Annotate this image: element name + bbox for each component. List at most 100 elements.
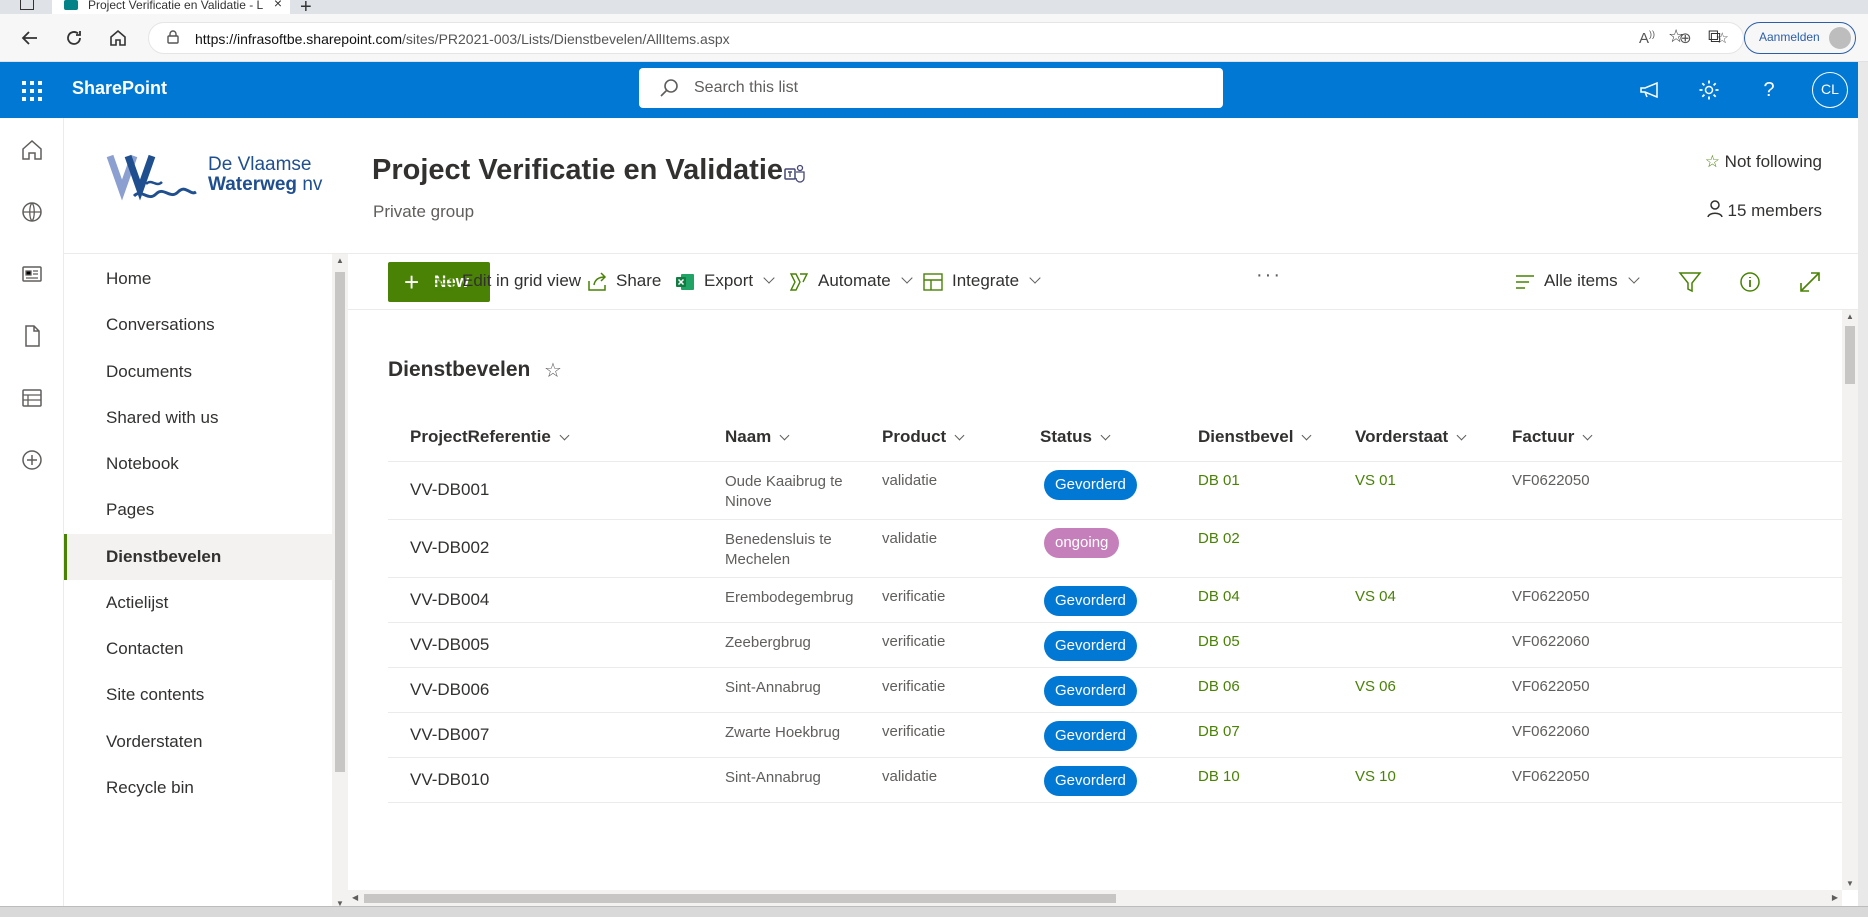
- members-button[interactable]: 15 members: [1707, 200, 1822, 221]
- scroll-up-icon[interactable]: ▲: [1846, 312, 1854, 321]
- scroll-right-icon[interactable]: ▶: [1832, 893, 1838, 902]
- integrate-button[interactable]: Integrate: [922, 270, 1052, 294]
- cell-vorderstaat-link[interactable]: VS 06: [1355, 678, 1396, 695]
- cell-project-referentie[interactable]: VV-DB006: [410, 680, 489, 700]
- cell-naam: Sint-Annabrug: [725, 768, 821, 786]
- list-vscroll-thumb[interactable]: [1845, 326, 1855, 384]
- cell-project-referentie[interactable]: VV-DB010: [410, 770, 489, 790]
- follow-button[interactable]: ☆ Not following: [1705, 152, 1822, 172]
- nav-item-home[interactable]: Home: [64, 256, 332, 302]
- signin-button[interactable]: Aanmelden: [1744, 22, 1856, 54]
- cell-dienstbevel-link[interactable]: DB 06: [1198, 678, 1240, 695]
- settings-gear-icon[interactable]: [1695, 76, 1723, 104]
- scroll-up-icon[interactable]: ▲: [336, 256, 344, 265]
- nav-item-dienstbevelen[interactable]: Dienstbevelen: [64, 533, 332, 580]
- table-row[interactable]: VV-DB002 Benedensluis te Mechelen validati…: [388, 520, 1842, 578]
- nav-item-recycle-bin[interactable]: Recycle bin: [64, 765, 332, 811]
- app-launcher-icon[interactable]: [22, 81, 42, 101]
- site-logo[interactable]: De Vlaamse Waterweg nv: [106, 150, 346, 230]
- help-icon[interactable]: ?: [1755, 76, 1783, 104]
- site-title[interactable]: Project Verificatie en Validatie: [372, 154, 783, 187]
- brand-name[interactable]: SharePoint: [72, 78, 167, 99]
- lists-icon[interactable]: [20, 386, 44, 410]
- nav-item-notebook[interactable]: Notebook: [64, 441, 332, 487]
- table-row[interactable]: VV-DB010 Sint-Annabrug validatie Gevorderd D…: [388, 758, 1842, 803]
- cell-dienstbevel-link[interactable]: DB 04: [1198, 588, 1240, 605]
- column-header-vorderstaat[interactable]: Vorderstaat: [1355, 412, 1467, 462]
- close-tab-icon[interactable]: ×: [274, 0, 282, 10]
- teams-icon[interactable]: [784, 164, 806, 184]
- nav-item-site-contents[interactable]: Site contents: [64, 672, 332, 718]
- collections-icon[interactable]: ⧉: [1708, 26, 1721, 47]
- cell-dienstbevel-link[interactable]: DB 01: [1198, 472, 1240, 489]
- expand-icon[interactable]: [1798, 270, 1822, 294]
- cell-dienstbevel-link[interactable]: DB 10: [1198, 768, 1240, 785]
- cell-project-referentie[interactable]: VV-DB001: [410, 480, 489, 500]
- export-button[interactable]: Export: [674, 270, 784, 294]
- nav-item-vorderstaten[interactable]: Vorderstaten: [64, 719, 332, 765]
- favorite-star-icon[interactable]: ☆: [544, 358, 562, 383]
- edit-grid-button[interactable]: Edit in grid view: [432, 270, 582, 294]
- browser-tab[interactable]: Project Verificatie en Validatie - L ×: [52, 0, 290, 14]
- nav-item-conversations[interactable]: Conversations: [64, 302, 332, 348]
- table-row[interactable]: VV-DB004 Erembodegembrug verificatie Gevord…: [388, 578, 1842, 623]
- cell-project-referentie[interactable]: VV-DB007: [410, 725, 489, 745]
- integrate-icon: [923, 273, 943, 291]
- info-icon[interactable]: [1738, 270, 1762, 294]
- back-icon[interactable]: [16, 24, 44, 52]
- search-input[interactable]: Search this list: [639, 68, 1223, 108]
- more-options-icon[interactable]: ···: [1256, 264, 1282, 287]
- cell-vorderstaat-link[interactable]: VS 01: [1355, 472, 1396, 489]
- scroll-left-icon[interactable]: ◀: [352, 893, 358, 902]
- tab-actions-icon[interactable]: [20, 0, 34, 10]
- account-avatar[interactable]: CL: [1812, 72, 1848, 108]
- nav-item-documents[interactable]: Documents: [64, 349, 332, 395]
- scroll-down-icon[interactable]: ▼: [1846, 879, 1854, 888]
- filter-icon[interactable]: [1678, 270, 1702, 294]
- cell-project-referentie[interactable]: VV-DB005: [410, 635, 489, 655]
- table-row[interactable]: VV-DB001 Oude Kaaibrug te Ninove validatie…: [388, 462, 1842, 520]
- left-nav-scrollbar[interactable]: ▲ ▼: [332, 254, 348, 910]
- create-icon[interactable]: [20, 448, 44, 472]
- file-icon[interactable]: [20, 324, 44, 348]
- cell-dienstbevel-link[interactable]: DB 07: [1198, 723, 1240, 740]
- nav-item-shared-with-us[interactable]: Shared with us: [64, 395, 332, 441]
- nav-item-actielijst[interactable]: Actielijst: [64, 580, 332, 626]
- column-header-status[interactable]: Status: [1040, 412, 1111, 462]
- column-header-product[interactable]: Product: [882, 412, 965, 462]
- home-icon[interactable]: [104, 24, 132, 52]
- table-row[interactable]: VV-DB006 Sint-Annabrug verificatie Gevorder…: [388, 668, 1842, 713]
- cell-vorderstaat-link[interactable]: VS 04: [1355, 588, 1396, 605]
- list-horizontal-scrollbar[interactable]: ◀ ▶: [348, 890, 1842, 906]
- url-field[interactable]: https://infrasoftbe.sharepoint.com/sites…: [148, 22, 1744, 54]
- list-vertical-scrollbar[interactable]: ▲ ▼: [1842, 310, 1858, 890]
- column-header-naam[interactable]: Naam: [725, 412, 790, 462]
- cell-dienstbevel-link[interactable]: DB 05: [1198, 633, 1240, 650]
- cell-project-referentie[interactable]: VV-DB002: [410, 538, 489, 558]
- news-icon[interactable]: [20, 262, 44, 286]
- table-row[interactable]: VV-DB005 Zeebergbrug verificatie Gevorderd D…: [388, 623, 1842, 668]
- status-badge: Gevorderd: [1044, 630, 1137, 661]
- share-button[interactable]: Share: [586, 270, 676, 294]
- nav-item-contacten[interactable]: Contacten: [64, 626, 332, 672]
- search-placeholder: Search this list: [694, 79, 799, 96]
- globe-icon[interactable]: [20, 200, 44, 224]
- table-row[interactable]: VV-DB007 Zwarte Hoekbrug verificatie Gevord…: [388, 713, 1842, 758]
- nav-item-pages[interactable]: Pages: [64, 487, 332, 533]
- megaphone-icon[interactable]: [1636, 76, 1664, 104]
- left-nav-scroll-thumb[interactable]: [335, 272, 345, 772]
- home-icon[interactable]: [20, 138, 44, 162]
- column-header-projectreferentie[interactable]: ProjectReferentie: [410, 412, 570, 462]
- cell-dienstbevel-link[interactable]: DB 02: [1198, 530, 1240, 547]
- column-header-factuur[interactable]: Factuur: [1512, 412, 1593, 462]
- cell-project-referentie[interactable]: VV-DB004: [410, 590, 489, 610]
- automate-button[interactable]: Automate: [788, 270, 928, 294]
- column-header-dienstbevel[interactable]: Dienstbevel: [1198, 412, 1312, 462]
- favorites-icon[interactable]: ☆: [1668, 26, 1684, 47]
- view-selector[interactable]: Alle items: [1514, 270, 1644, 294]
- list-hscroll-thumb[interactable]: [364, 894, 1116, 903]
- column-header-label: Status: [1040, 427, 1092, 446]
- cell-vorderstaat-link[interactable]: VS 10: [1355, 768, 1396, 785]
- refresh-icon[interactable]: [60, 24, 88, 52]
- read-aloud-icon[interactable]: A)): [1639, 29, 1655, 47]
